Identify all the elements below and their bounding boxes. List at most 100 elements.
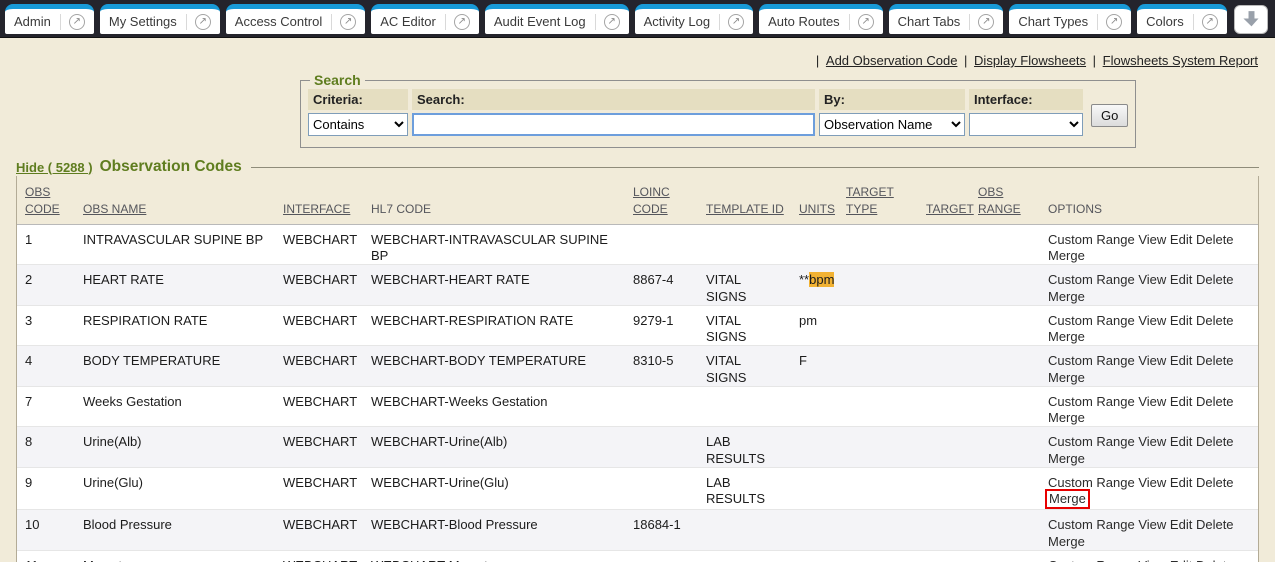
open-in-new-window-icon[interactable]: ↗ [454, 14, 470, 30]
edit-link[interactable]: Edit [1170, 434, 1192, 449]
search-input[interactable] [412, 113, 815, 136]
custom-range-link[interactable]: Custom Range [1048, 232, 1135, 247]
delete-link[interactable]: Delete [1196, 394, 1234, 409]
display-flowsheets-link[interactable]: Display Flowsheets [974, 53, 1086, 68]
add-observation-code-link[interactable]: Add Observation Code [826, 53, 958, 68]
column-header-units[interactable]: UNITS [799, 176, 846, 224]
column-header-target[interactable]: TARGET [926, 176, 978, 224]
custom-range-link[interactable]: Custom Range [1048, 272, 1135, 287]
column-header-obs-code[interactable]: OBSCODE [17, 176, 83, 224]
view-link[interactable]: View [1138, 313, 1166, 328]
hl7-code-cell: WEBCHART-Weeks Gestation [371, 386, 633, 427]
merge-link[interactable]: Merge [1048, 248, 1085, 263]
custom-range-link[interactable]: Custom Range [1048, 434, 1135, 449]
delete-link[interactable]: Delete [1196, 313, 1234, 328]
open-in-new-window-icon[interactable]: ↗ [69, 14, 85, 30]
edit-link[interactable]: Edit [1170, 353, 1192, 368]
custom-range-link[interactable]: Custom Range [1048, 353, 1135, 368]
delete-link[interactable]: Delete [1196, 232, 1234, 247]
edit-link[interactable]: Edit [1170, 232, 1192, 247]
delete-link[interactable]: Delete [1196, 517, 1234, 532]
column-header-template-id[interactable]: TEMPLATE ID [706, 176, 799, 224]
view-link[interactable]: View [1138, 232, 1166, 247]
open-in-new-window-icon[interactable]: ↗ [1106, 14, 1122, 30]
tab-chart-tabs[interactable]: Chart Tabs ↗ [889, 4, 1004, 34]
open-in-new-window-icon[interactable]: ↗ [195, 14, 211, 30]
column-header-obs-range[interactable]: OBSRANGE [978, 176, 1048, 224]
target-type-cell [846, 427, 926, 468]
view-link[interactable]: View [1138, 558, 1166, 562]
tab-access-control[interactable]: Access Control ↗ [226, 4, 365, 34]
column-header-obs-name[interactable]: OBS NAME [83, 176, 283, 224]
target-cell [926, 386, 978, 427]
target-type-cell [846, 224, 926, 265]
view-link[interactable]: View [1138, 353, 1166, 368]
custom-range-link[interactable]: Custom Range [1048, 394, 1135, 409]
tab-auto-routes[interactable]: Auto Routes ↗ [759, 4, 883, 34]
by-select[interactable]: Observation Name [819, 113, 965, 136]
units-cell [799, 427, 846, 468]
tab-activity-log[interactable]: Activity Log ↗ [635, 4, 753, 34]
merge-link[interactable]: Merge [1048, 410, 1085, 425]
view-link[interactable]: View [1138, 394, 1166, 409]
tab-colors[interactable]: Colors ↗ [1137, 4, 1227, 34]
tab-ac-editor[interactable]: AC Editor ↗ [371, 4, 479, 34]
column-header-target-type[interactable]: TARGETTYPE [846, 176, 926, 224]
hide-count-link[interactable]: Hide ( 5288 ) [16, 160, 93, 175]
criteria-select[interactable]: Contains [308, 113, 408, 136]
merge-link[interactable]: Merge [1048, 289, 1085, 304]
edit-link[interactable]: Edit [1170, 394, 1192, 409]
open-in-new-window-icon[interactable]: ↗ [1202, 14, 1218, 30]
edit-link[interactable]: Edit [1170, 475, 1192, 490]
loinc-code-cell [633, 427, 706, 468]
column-header-interface[interactable]: INTERFACE [283, 176, 371, 224]
custom-range-link[interactable]: Custom Range [1048, 558, 1135, 562]
merge-link[interactable]: Merge [1048, 534, 1085, 549]
target-type-cell [846, 467, 926, 510]
delete-link[interactable]: Delete [1196, 272, 1234, 287]
column-header-loinc-code[interactable]: LOINCCODE [633, 176, 706, 224]
flowsheets-system-report-link[interactable]: Flowsheets System Report [1103, 53, 1258, 68]
custom-range-link[interactable]: Custom Range [1048, 475, 1135, 490]
options-cell: Custom Range View Edit Delete Merge [1048, 427, 1258, 468]
edit-link[interactable]: Edit [1170, 558, 1192, 562]
merge-link[interactable]: Merge [1048, 451, 1085, 466]
obs-code-cell: 1 [17, 224, 83, 265]
open-in-new-window-icon[interactable]: ↗ [978, 14, 994, 30]
tab-divider [849, 14, 850, 30]
units-cell [799, 386, 846, 427]
open-in-new-window-icon[interactable]: ↗ [604, 14, 620, 30]
loinc-code-cell [633, 467, 706, 510]
custom-range-link[interactable]: Custom Range [1048, 517, 1135, 532]
obs-code-cell: 2 [17, 265, 83, 306]
go-button[interactable]: Go [1091, 104, 1128, 127]
view-link[interactable]: View [1138, 434, 1166, 449]
delete-link[interactable]: Delete [1196, 558, 1234, 562]
open-in-new-window-icon[interactable]: ↗ [858, 14, 874, 30]
interface-select[interactable] [969, 113, 1083, 136]
delete-link[interactable]: Delete [1196, 434, 1234, 449]
edit-link[interactable]: Edit [1170, 517, 1192, 532]
merge-link[interactable]: Merge [1048, 370, 1085, 385]
tab-my-settings[interactable]: My Settings ↗ [100, 4, 220, 34]
view-link[interactable]: View [1138, 517, 1166, 532]
delete-link[interactable]: Delete [1196, 353, 1234, 368]
tab-admin[interactable]: Admin ↗ [5, 4, 94, 34]
custom-range-link[interactable]: Custom Range [1048, 313, 1135, 328]
open-in-new-window-icon[interactable]: ↗ [728, 14, 744, 30]
open-in-new-window-icon[interactable]: ↗ [340, 14, 356, 30]
tab-audit-event-log[interactable]: Audit Event Log ↗ [485, 4, 629, 34]
edit-link[interactable]: Edit [1170, 272, 1192, 287]
hl7-code-cell: WEBCHART-Blood Pressure [371, 510, 633, 551]
merge-link-highlighted[interactable]: Merge [1045, 489, 1090, 509]
tab-chart-types[interactable]: Chart Types ↗ [1009, 4, 1131, 34]
template-id-cell: VITALSIGNS [706, 346, 799, 387]
interface-cell: WEBCHART [283, 427, 371, 468]
tab-overflow-button[interactable] [1234, 5, 1268, 34]
tab-label: Auto Routes [768, 14, 849, 29]
view-link[interactable]: View [1138, 475, 1166, 490]
delete-link[interactable]: Delete [1196, 475, 1234, 490]
edit-link[interactable]: Edit [1170, 313, 1192, 328]
view-link[interactable]: View [1138, 272, 1166, 287]
merge-link[interactable]: Merge [1048, 329, 1085, 344]
